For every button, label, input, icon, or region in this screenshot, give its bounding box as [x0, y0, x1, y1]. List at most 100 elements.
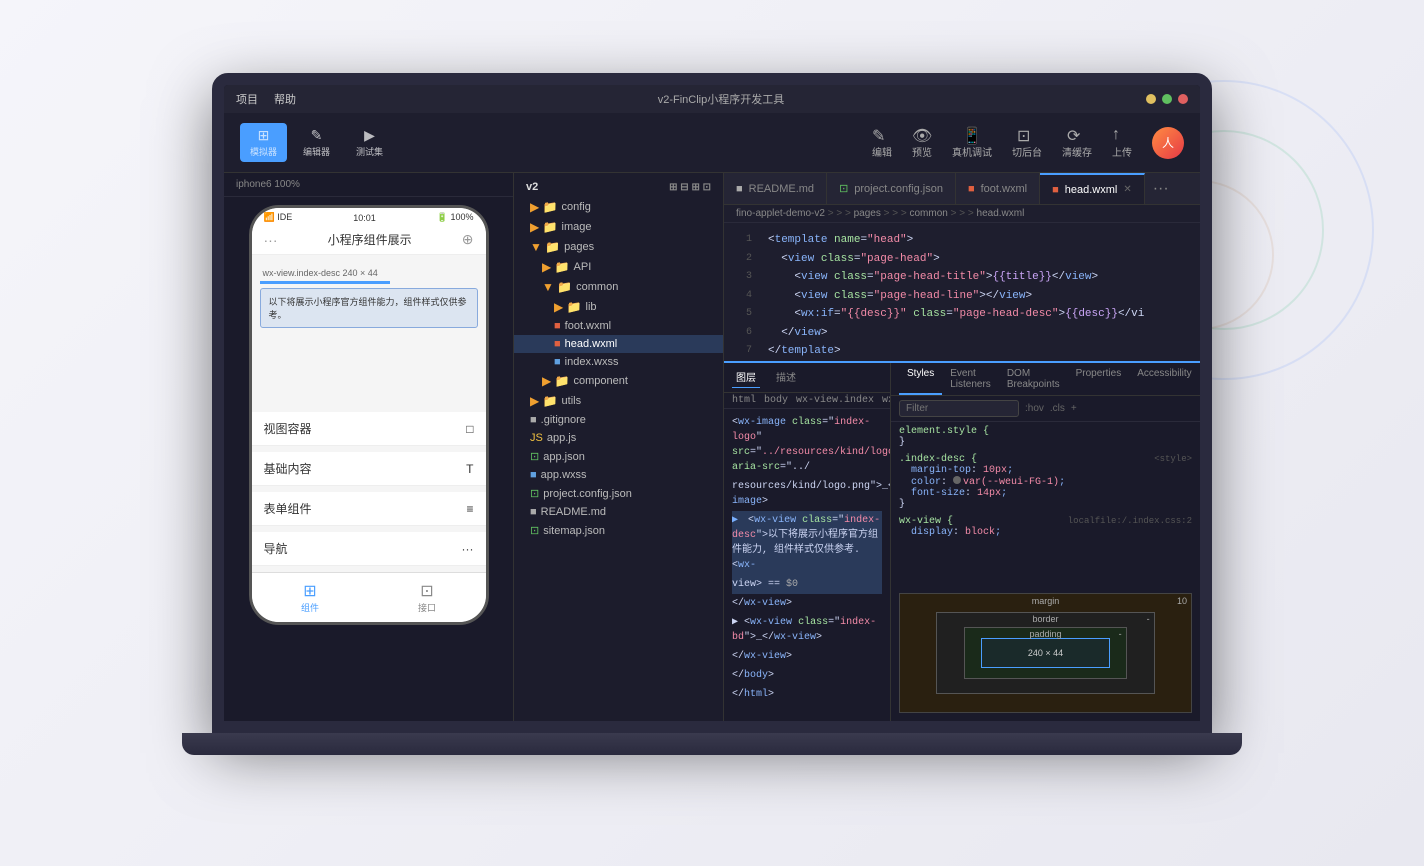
toolbar-editor-btn[interactable]: ✎ 编辑器 — [293, 123, 340, 162]
filetree-readme[interactable]: ■ README.md — [514, 503, 723, 521]
code-editor[interactable]: 1 <template name="head"> 2 <view class="… — [724, 223, 1200, 361]
style-prop-fontsize: font-size: 14px; — [899, 488, 1007, 499]
style-prop-display: display: block; — [899, 527, 1001, 538]
toolbar-upload-action[interactable]: ↑ 上传 — [1112, 126, 1132, 159]
tab-more-button[interactable]: ··· — [1145, 180, 1177, 198]
dom-node-html[interactable]: html — [732, 395, 756, 406]
tab-readme[interactable]: ■ README.md — [724, 173, 827, 205]
dom-line-6: ▶ <wx-view class="index-bd">_</wx-view> — [732, 613, 882, 647]
toolbar-simulator-btn[interactable]: ⊞ 模拟器 — [240, 123, 287, 162]
minimize-button[interactable] — [1146, 94, 1156, 104]
toolbar-preview-action[interactable]: 👁 预览 — [912, 126, 932, 159]
filetree-lib[interactable]: ▶ 📁 lib — [514, 297, 723, 317]
breadcrumb-part-1: pages — [845, 208, 881, 219]
styles-filter-hint-cls[interactable]: .cls — [1050, 403, 1065, 414]
tab-project-config[interactable]: ⊡ project.config.json — [827, 173, 956, 205]
styles-tab-styles[interactable]: Styles — [899, 363, 942, 395]
filetree-api[interactable]: ▶ 📁 API — [514, 257, 723, 277]
upload-icon: ↑ — [1112, 126, 1132, 142]
phone-status-left: 📶 IDE — [264, 212, 293, 223]
styles-filter: :hov .cls + — [891, 396, 1200, 422]
code-line-4: 4 <view class="page-head-line"></view> — [724, 287, 1200, 306]
style-rule-index-desc: .index-desc { <style> margin-top: 10px; … — [899, 454, 1192, 510]
filetree-gitignore[interactable]: ■ .gitignore — [514, 411, 723, 429]
style-selector: element.style { — [899, 426, 989, 437]
toolbar-device-action[interactable]: 📱 真机调试 — [952, 126, 992, 159]
toolbar-background-action[interactable]: ⊡ 切后台 — [1012, 126, 1042, 159]
filetree-sitemap[interactable]: ⊡ sitemap.json — [514, 521, 723, 540]
filetree-config[interactable]: ▶ 📁 config — [514, 197, 723, 217]
tab-close-icon[interactable]: ✕ — [1123, 184, 1131, 195]
menu-item-project[interactable]: 项目 — [236, 91, 258, 107]
wxss-file-icon: ■ — [554, 356, 561, 368]
styles-filter-input[interactable] — [899, 400, 1019, 417]
filetree-index-wxss[interactable]: ■ index.wxss — [514, 353, 723, 371]
filetree-app-js[interactable]: JS app.js — [514, 429, 723, 447]
styles-tab-accessibility[interactable]: Accessibility — [1129, 363, 1199, 395]
dom-node-body[interactable]: body — [764, 395, 788, 406]
phone-highlight-box: 以下将展示小程序官方组件能力，组件样式仅供参考。 — [260, 288, 478, 328]
js-file-icon: JS — [530, 432, 543, 444]
filetree-app-wxss[interactable]: ■ app.wxss — [514, 466, 723, 484]
folder-icon: ▶ 📁 — [530, 220, 558, 234]
toolbar-test-btn[interactable]: ▶ 测试集 — [346, 123, 393, 162]
styles-panel: Styles Event Listeners DOM Breakpoints P… — [890, 363, 1200, 721]
dom-panel-header: 图层 描述 — [724, 363, 890, 393]
phone-section-form[interactable]: 表单组件 ≡ — [252, 492, 486, 526]
toolbar-edit-action[interactable]: ✎ 编辑 — [872, 126, 892, 159]
wxml-tab-icon: ■ — [968, 183, 975, 195]
dom-code: <wx-image class="index-logo" src="../res… — [724, 409, 890, 708]
json-file-icon: ⊡ — [530, 450, 539, 463]
phone-nav-interface[interactable]: ⊡ 接口 — [369, 573, 486, 622]
toolbar-cache-action[interactable]: ⟳ 清缓存 — [1062, 126, 1092, 159]
folder-icon: ▼ 📁 — [530, 240, 560, 254]
box-model-content-size: 240 × 44 — [1028, 648, 1063, 658]
style-rule-element: element.style { } — [899, 426, 1192, 448]
phone-panel: iphone6 100% 📶 IDE 10:01 🔋 100% ··· 小程序组… — [224, 173, 514, 721]
json-tab-icon: ⊡ — [839, 182, 848, 195]
wxml-file-icon: ■ — [554, 320, 561, 332]
json-file-icon: ⊡ — [530, 524, 539, 537]
styles-filter-hint-hov[interactable]: :hov — [1025, 403, 1044, 414]
filetree-utils[interactable]: ▶ 📁 utils — [514, 391, 723, 411]
phone-section-basic[interactable]: 基础内容 T — [252, 452, 486, 486]
toolbar: ⊞ 模拟器 ✎ 编辑器 ▶ 测试集 ✎ 编辑 — [224, 113, 1200, 173]
filetree-pages[interactable]: ▼ 📁 pages — [514, 237, 723, 257]
folder-icon: ▶ 📁 — [530, 394, 558, 408]
filetree-head-wxml[interactable]: ■ head.wxml — [514, 335, 723, 353]
editor-area: ■ README.md ⊡ project.config.json ■ foot… — [724, 173, 1200, 721]
user-avatar[interactable]: 人 — [1152, 127, 1184, 159]
tab-foot-wxml[interactable]: ■ foot.wxml — [956, 173, 1040, 205]
dom-tab-layer[interactable]: 图层 — [732, 367, 760, 388]
titlebar-controls — [1146, 94, 1188, 104]
toolbar-buttons: ⊞ 模拟器 ✎ 编辑器 ▶ 测试集 — [240, 123, 393, 162]
close-button[interactable] — [1178, 94, 1188, 104]
styles-content: element.style { } .index-desc { <style> — [891, 422, 1200, 585]
filetree-app-json[interactable]: ⊡ app.json — [514, 447, 723, 466]
dom-line-3: ▶ <wx-view class="index-desc">以下将展示小程序官方… — [732, 511, 882, 575]
dom-node-index-hd[interactable]: wx-view.index-hd — [882, 395, 890, 406]
styles-tab-properties[interactable]: Properties — [1068, 363, 1130, 395]
maximize-button[interactable] — [1162, 94, 1172, 104]
styles-tab-breakpoints[interactable]: DOM Breakpoints — [999, 363, 1068, 395]
dom-tab-desc[interactable]: 描述 — [772, 367, 800, 388]
styles-filter-hint-plus[interactable]: + — [1071, 403, 1077, 414]
filetree-image[interactable]: ▶ 📁 image — [514, 217, 723, 237]
style-brace: } — [899, 437, 905, 448]
phone-nav-component[interactable]: ⊞ 组件 — [252, 573, 369, 622]
style-selector-wx-view: wx-view { — [899, 516, 953, 527]
style-rule-wx-view: wx-view { localfile:/.index.css:2 displa… — [899, 516, 1192, 538]
dom-line-8: </body> — [732, 666, 882, 685]
phone-section-nav[interactable]: 导航 ··· — [252, 532, 486, 566]
filetree-root-label: v2 — [526, 181, 538, 193]
styles-tab-events[interactable]: Event Listeners — [942, 363, 999, 395]
filetree-component[interactable]: ▶ 📁 component — [514, 371, 723, 391]
filetree-foot-wxml[interactable]: ■ foot.wxml — [514, 317, 723, 335]
menu-item-help[interactable]: 帮助 — [274, 91, 296, 107]
phone-section-view[interactable]: 视图容器 □ — [252, 412, 486, 446]
filetree-common[interactable]: ▼ 📁 common — [514, 277, 723, 297]
breadcrumb-part-0: fino-applet-demo-v2 — [736, 208, 825, 219]
filetree-project-config[interactable]: ⊡ project.config.json — [514, 484, 723, 503]
tab-head-wxml[interactable]: ■ head.wxml ✕ — [1040, 173, 1145, 205]
dom-node-index[interactable]: wx-view.index — [796, 395, 874, 406]
